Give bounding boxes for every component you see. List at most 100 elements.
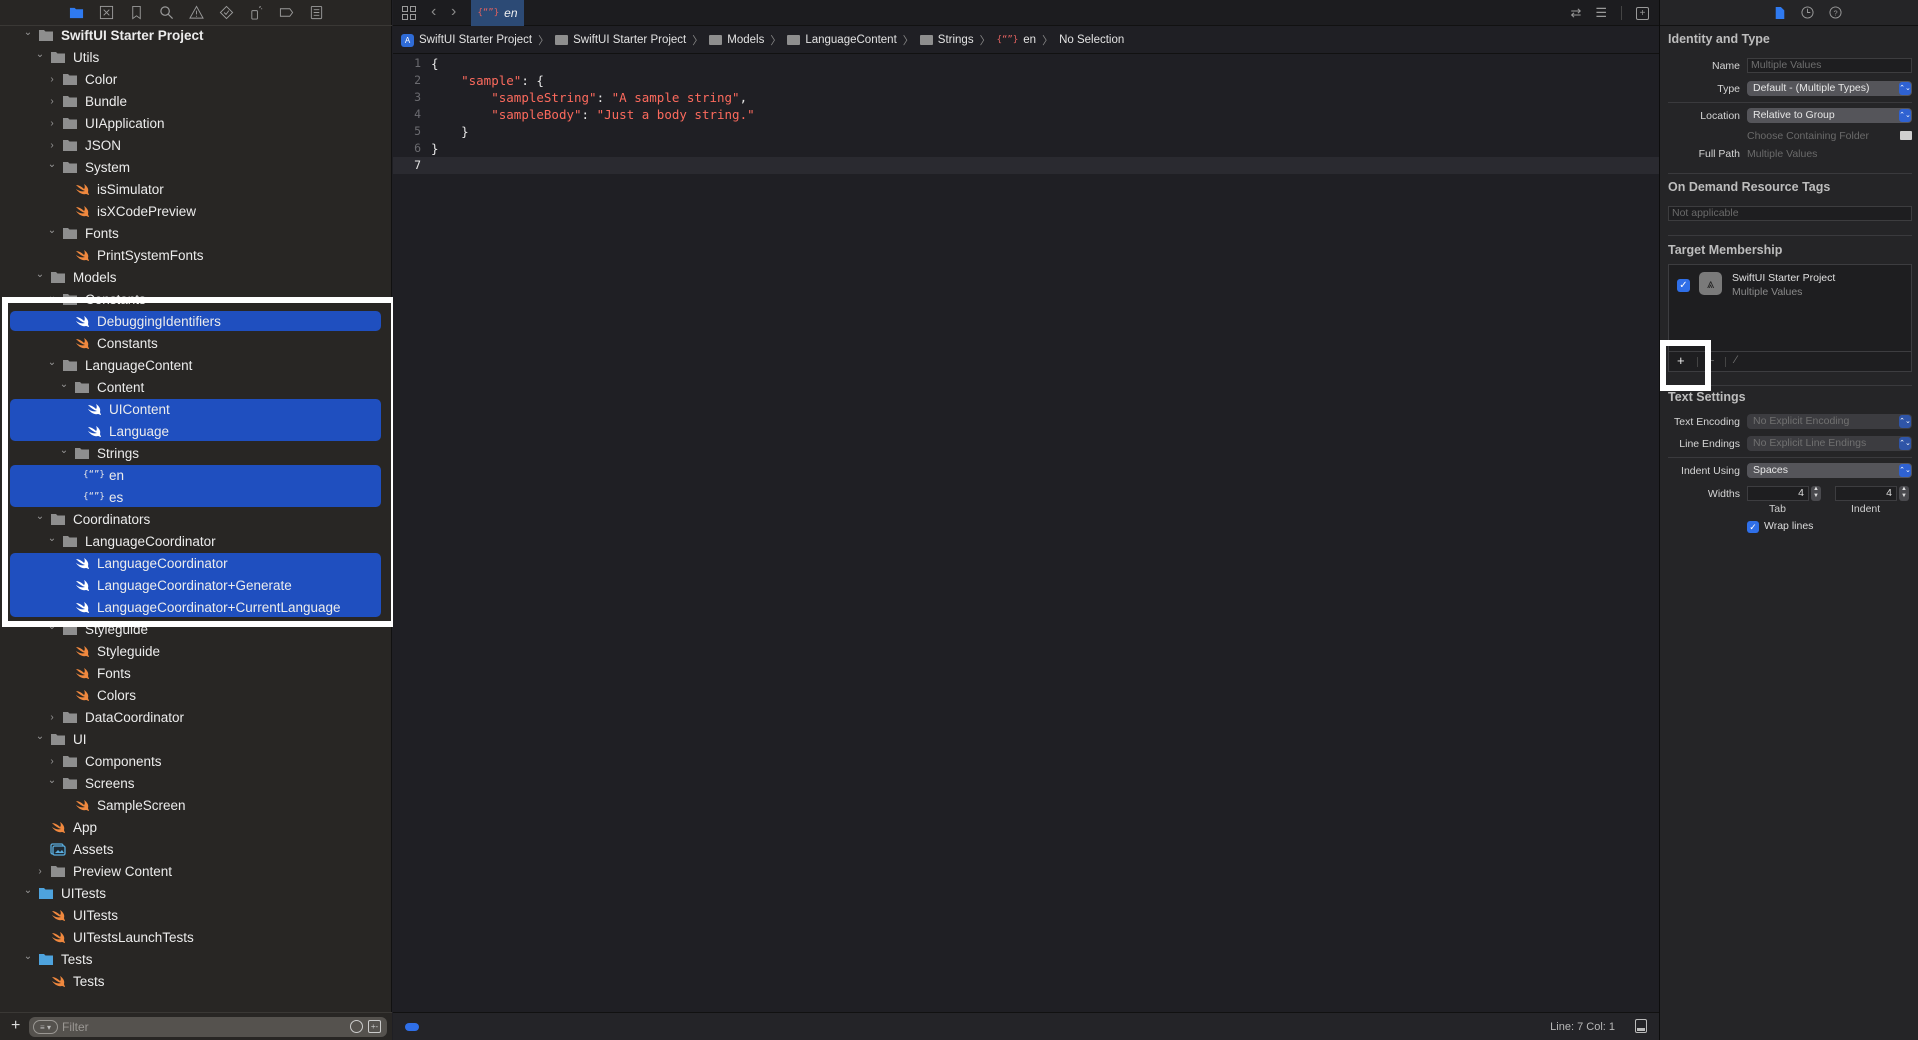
tab-width-field[interactable]: 4 [1747,486,1809,501]
chevron-right-icon[interactable]: › [34,865,46,877]
remove-target-button[interactable]: − [1707,353,1715,368]
project-navigator-icon[interactable] [68,5,84,21]
tree-item-folder[interactable]: ⌄ Constants [0,288,392,310]
tree-item-folder[interactable]: ⌄ LanguageCoordinator [0,530,392,552]
bookmark-icon[interactable] [128,5,144,21]
swap-icon[interactable]: ⇄ [1570,5,1581,21]
chevron-right-icon[interactable]: › [46,711,58,723]
chevron-down-icon[interactable]: ⌄ [22,950,34,962]
name-field[interactable]: Multiple Values [1747,58,1912,73]
tree-item-swift[interactable]: DebuggingIdentifiers [0,310,392,332]
chevron-down-icon[interactable]: ⌄ [46,224,58,236]
tree-item-swift[interactable]: LanguageCoordinator+Generate [0,574,392,596]
debug-icon[interactable] [248,5,264,21]
add-file-button[interactable]: + [11,1018,20,1034]
chevron-down-icon[interactable]: ⌄ [46,532,58,544]
filter-options-icon[interactable]: ≡ ▾ [33,1020,58,1034]
wrap-lines-checkbox[interactable]: ✓ [1747,521,1759,533]
code-line[interactable]: 4 "sampleBody": "Just a body string." [393,106,1659,123]
code-area[interactable]: 1{2 "sample": {3 "sampleString": "A samp… [393,55,1659,174]
add-editor-icon[interactable]: + [1636,6,1649,20]
breadcrumb-item[interactable]: Models [709,34,764,46]
tree-item-folder[interactable]: › UIApplication [0,112,392,134]
forward-button[interactable]: › [451,3,456,21]
breadcrumb-item[interactable]: LanguageContent [787,34,897,46]
breadcrumb-item[interactable]: A SwiftUI Starter Project [401,33,532,47]
file-inspector-icon[interactable] [1773,6,1787,20]
line-endings-popup[interactable]: No Explicit Line Endings ⌃⌄ [1747,436,1912,451]
tree-item-folder[interactable]: ⌄ Coordinators [0,508,392,530]
code-line[interactable]: 5 } [393,123,1659,140]
tree-item-folder[interactable]: ⌄ Models [0,266,392,288]
breadcrumb-item[interactable]: No Selection [1059,34,1124,46]
back-button[interactable]: ‹ [431,3,436,21]
location-popup[interactable]: Relative to Group ⌃⌄ [1747,108,1912,123]
chevron-right-icon[interactable]: › [46,755,58,767]
chevron-down-icon[interactable]: ⌄ [34,48,46,60]
chevron-down-icon[interactable]: ⌄ [46,356,58,368]
add-target-button[interactable]: + [1677,353,1685,368]
tree-item-target-folder[interactable]: ⌄ Tests [0,948,392,970]
chevron-down-icon[interactable]: ⌄ [46,620,58,632]
type-popup[interactable]: Default - (Multiple Types) ⌃⌄ [1747,81,1912,96]
debug-area-toggle-icon[interactable] [1635,1019,1647,1033]
chevron-down-icon[interactable]: ⌄ [46,290,58,302]
tree-item-json[interactable]: {“”} en [0,464,392,486]
code-line[interactable]: 1{ [393,55,1659,72]
code-line[interactable]: 7 [393,157,1659,174]
tree-item-folder[interactable]: ⌄ Strings [0,442,392,464]
choose-folder-icon[interactable] [1900,131,1912,140]
indent-width-field[interactable]: 4 [1835,486,1897,501]
odr-tags-field[interactable]: Not applicable [1668,206,1912,221]
tree-item-folder[interactable]: › Components [0,750,392,772]
tree-item-folder[interactable]: ⌄ Fonts [0,222,392,244]
tree-item-swift[interactable]: App [0,816,392,838]
tree-item-swift[interactable]: SampleScreen [0,794,392,816]
chevron-right-icon[interactable]: › [46,73,58,85]
tree-item-target-folder[interactable]: ⌄ UITests [0,882,392,904]
chevron-down-icon[interactable]: ⌄ [34,268,46,280]
chevron-down-icon[interactable]: ⌄ [22,26,34,38]
chevron-right-icon[interactable]: › [46,117,58,129]
chevron-down-icon[interactable]: ⌄ [34,730,46,742]
tree-item-swift[interactable]: isSimulator [0,178,392,200]
tree-item-swift[interactable]: Tests [0,970,392,992]
issue-icon[interactable] [188,5,204,21]
tree-item-assets[interactable]: Assets [0,838,392,860]
tree-item-swift[interactable]: UIContent [0,398,392,420]
breadcrumb-item[interactable]: {“”} en [997,34,1036,46]
code-line[interactable]: 3 "sampleString": "A sample string", [393,89,1659,106]
find-icon[interactable] [158,5,174,21]
breadcrumb-item[interactable]: Strings [919,34,974,46]
tree-item-swift[interactable]: Fonts [0,662,392,684]
source-control-icon[interactable] [98,5,114,21]
tree-item-json[interactable]: {“”} es [0,486,392,508]
chevron-down-icon[interactable]: ⌄ [34,510,46,522]
history-inspector-icon[interactable] [1801,6,1815,20]
tree-item-project-folder[interactable]: ⌄ SwiftUI Starter Project [0,24,392,46]
chevron-down-icon[interactable]: ⌄ [58,444,70,456]
text-encoding-popup[interactable]: No Explicit Encoding ⌃⌄ [1747,414,1912,429]
tree-item-swift[interactable]: isXCodePreview [0,200,392,222]
source-control-filter-icon[interactable]: +- [368,1020,381,1033]
tree-item-folder[interactable]: ⌄ System [0,156,392,178]
indent-width-stepper[interactable]: ▲ ▼ [1899,486,1909,501]
tree-item-folder[interactable]: ⌄ UI [0,728,392,750]
tree-item-swift[interactable]: Styleguide [0,640,392,662]
chevron-right-icon[interactable]: › [46,139,58,151]
tree-item-folder[interactable]: ⌄ Styleguide [0,618,392,640]
tree-item-swift[interactable]: LanguageCoordinator [0,552,392,574]
tree-item-folder[interactable]: › JSON [0,134,392,156]
editor-options-icon[interactable]: ☰ [1595,5,1607,21]
help-inspector-icon[interactable]: ? [1829,6,1843,20]
tree-item-folder[interactable]: ⌄ LanguageContent [0,354,392,376]
tree-item-folder[interactable]: ⌄ Utils [0,46,392,68]
chevron-down-icon[interactable]: ⌄ [46,158,58,170]
recent-files-icon[interactable] [350,1020,363,1033]
tree-item-swift[interactable]: Colors [0,684,392,706]
tree-item-folder[interactable]: › Color [0,68,392,90]
edit-target-button[interactable]: ⁄ [1735,354,1737,366]
code-line[interactable]: 6} [393,140,1659,157]
code-line[interactable]: 2 "sample": { [393,72,1659,89]
chevron-down-icon[interactable]: ⌄ [22,884,34,896]
